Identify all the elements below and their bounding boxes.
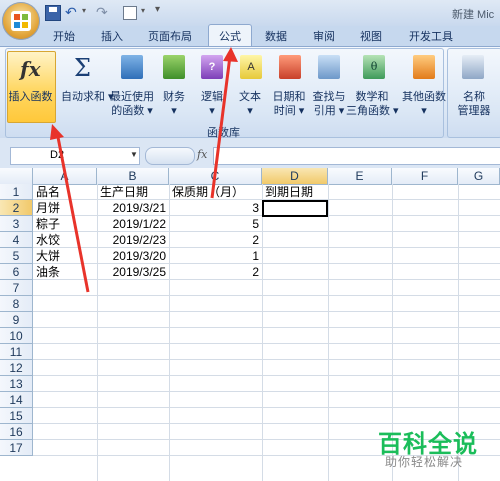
office-logo-icon [11,11,31,31]
office-button[interactable] [2,2,40,40]
arrow-to-formulas-tab [210,55,232,199]
arrow-head-insert-function [50,124,64,140]
arrow-to-insert-function [55,131,90,293]
annotation-arrows [50,47,238,293]
arrow-head-formulas-tab [223,47,238,62]
watermark-subtitle: 助你轻松解决 [385,455,464,469]
